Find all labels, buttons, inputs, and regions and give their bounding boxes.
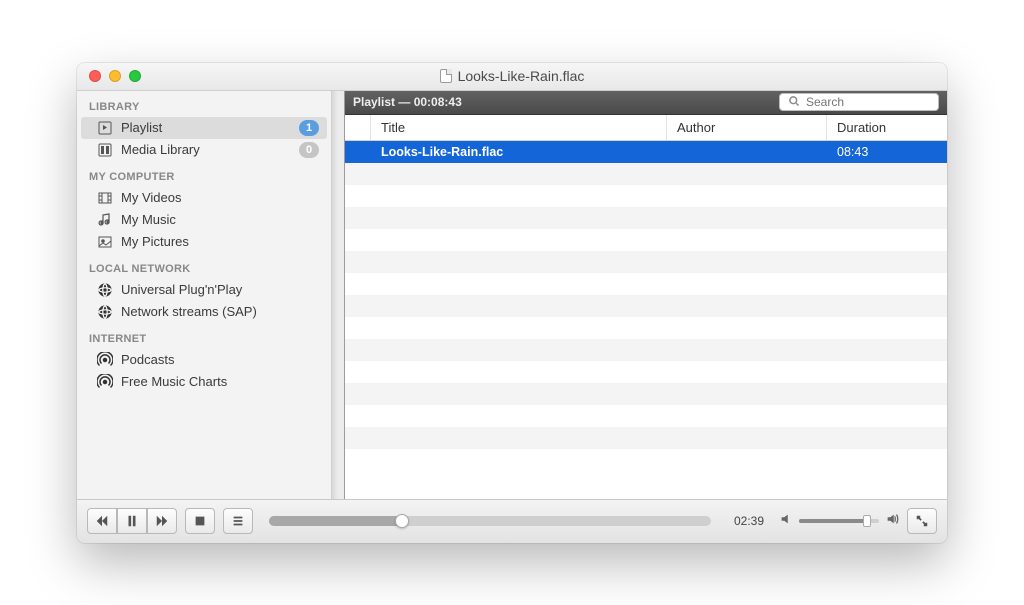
film-icon [97, 190, 113, 206]
app-window: Looks-Like-Rain.flac LIBRARY Playlist 1 Med… [77, 63, 947, 543]
sidebar-item-label: Free Music Charts [121, 374, 319, 389]
sidebar-item-label: Media Library [121, 142, 291, 157]
search-input[interactable] [806, 95, 930, 109]
row-title: Looks-Like-Rain.flac [371, 141, 667, 163]
window-title-text: Looks-Like-Rain.flac [458, 68, 585, 84]
sidebar-item-media-library[interactable]: Media Library 0 [77, 139, 331, 161]
sidebar-section-header: INTERNET [77, 323, 331, 349]
podcast-icon [97, 374, 113, 390]
sidebar-section-header: MY COMPUTER [77, 161, 331, 187]
previous-button[interactable] [87, 508, 117, 534]
playlist-row-empty [345, 361, 947, 383]
window-controls [77, 70, 141, 82]
podcast-icon [97, 352, 113, 368]
row-duration: 08:43 [827, 141, 947, 163]
playlist-row-empty [345, 185, 947, 207]
sidebar-item-label: Network streams (SAP) [121, 304, 319, 319]
playlist-row-empty [345, 229, 947, 251]
volume-high-icon [885, 512, 899, 531]
playlist-row-empty [345, 383, 947, 405]
music-icon [97, 212, 113, 228]
sidebar-item-free-music-charts[interactable]: Free Music Charts [77, 371, 331, 393]
playlist-pane: Playlist — 00:08:43 Title Author Duratio… [344, 91, 947, 499]
sidebar-item-label: Universal Plug'n'Play [121, 282, 319, 297]
playlist-toggle-button[interactable] [223, 508, 253, 534]
next-button[interactable] [147, 508, 177, 534]
sidebar-item-label: My Pictures [121, 234, 319, 249]
volume-control [779, 512, 899, 531]
sidebar-item-universal-plug-n-play[interactable]: Universal Plug'n'Play [77, 279, 331, 301]
playlist-row-empty [345, 405, 947, 427]
progress-fill [269, 516, 402, 526]
sidebar-item-my-pictures[interactable]: My Pictures [77, 231, 331, 253]
zoom-window-button[interactable] [129, 70, 141, 82]
column-icon[interactable] [345, 115, 371, 140]
playlist-row-empty [345, 339, 947, 361]
fullscreen-button[interactable] [907, 508, 937, 534]
pictures-icon [97, 234, 113, 250]
row-icon-cell [345, 141, 371, 163]
transport-group [87, 508, 177, 534]
progress-knob[interactable] [395, 514, 409, 528]
column-headers: Title Author Duration [345, 115, 947, 141]
sidebar-item-my-videos[interactable]: My Videos [77, 187, 331, 209]
minimize-window-button[interactable] [109, 70, 121, 82]
volume-slider[interactable] [799, 519, 879, 523]
globe-icon [97, 304, 113, 320]
sidebar-item-label: Podcasts [121, 352, 319, 367]
elapsed-time: 02:39 [727, 514, 771, 528]
close-window-button[interactable] [89, 70, 101, 82]
sidebar-item-label: Playlist [121, 120, 291, 135]
playlist-row-empty [345, 207, 947, 229]
column-title[interactable]: Title [371, 115, 667, 140]
column-author[interactable]: Author [667, 115, 827, 140]
titlebar: Looks-Like-Rain.flac [77, 63, 947, 91]
playlist-icon [97, 120, 113, 136]
sidebar-item-my-music[interactable]: My Music [77, 209, 331, 231]
sidebar-badge: 1 [299, 120, 319, 136]
sidebar-section-header: LIBRARY [77, 91, 331, 117]
library-icon [97, 142, 113, 158]
row-author [667, 141, 827, 163]
playlist-row-empty [345, 251, 947, 273]
playlist-header: Playlist — 00:08:43 [345, 91, 947, 115]
file-icon [440, 69, 452, 83]
volume-knob[interactable] [863, 515, 871, 527]
search-icon [788, 95, 800, 110]
sidebar-badge: 0 [299, 142, 319, 158]
globe-icon [97, 282, 113, 298]
playlist-row-empty [345, 163, 947, 185]
player-controls: 02:39 [77, 499, 947, 543]
volume-low-icon [779, 512, 793, 531]
playlist-row-empty [345, 273, 947, 295]
playlist-row[interactable]: Looks-Like-Rain.flac 08:43 [345, 141, 947, 163]
sidebar-item-label: My Videos [121, 190, 319, 205]
sidebar-item-podcasts[interactable]: Podcasts [77, 349, 331, 371]
sidebar-item-network-streams-sap-[interactable]: Network streams (SAP) [77, 301, 331, 323]
progress-bar[interactable] [269, 516, 711, 526]
playlist-rows: Looks-Like-Rain.flac 08:43 [345, 141, 947, 499]
sidebar-item-playlist[interactable]: Playlist 1 [81, 117, 327, 139]
sidebar: LIBRARY Playlist 1 Media Library 0 MY COMPUTE… [77, 91, 332, 499]
volume-fill [799, 519, 867, 523]
search-box[interactable] [779, 93, 939, 111]
playlist-row-empty [345, 317, 947, 339]
sidebar-section-header: LOCAL NETWORK [77, 253, 331, 279]
playlist-header-label: Playlist — 00:08:43 [353, 95, 462, 109]
sidebar-item-label: My Music [121, 212, 319, 227]
column-duration[interactable]: Duration [827, 115, 947, 140]
sidebar-scrollbar[interactable] [332, 91, 338, 499]
playlist-row-empty [345, 427, 947, 449]
playlist-row-empty [345, 295, 947, 317]
stop-button[interactable] [185, 508, 215, 534]
pause-button[interactable] [117, 508, 147, 534]
window-title: Looks-Like-Rain.flac [77, 68, 947, 84]
